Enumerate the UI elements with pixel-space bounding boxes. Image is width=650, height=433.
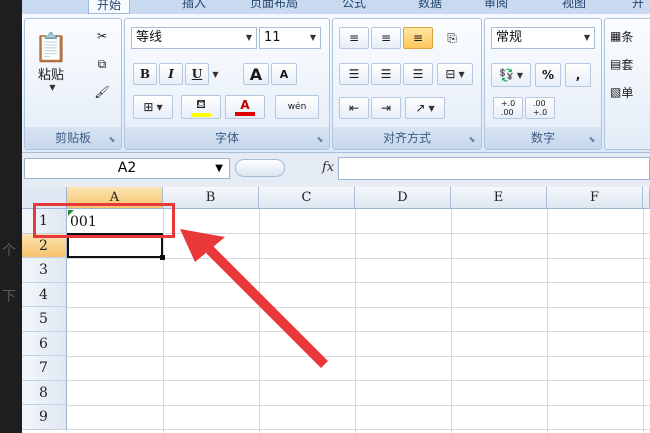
- arrow-shaft: [206, 246, 328, 368]
- excel-window: 个 下 开始 插入 页面布局 公式 数据 审阅 视图 开发 📋 粘贴 ▼ ✂ ⧉…: [0, 0, 650, 433]
- annotation-arrow: [180, 229, 328, 368]
